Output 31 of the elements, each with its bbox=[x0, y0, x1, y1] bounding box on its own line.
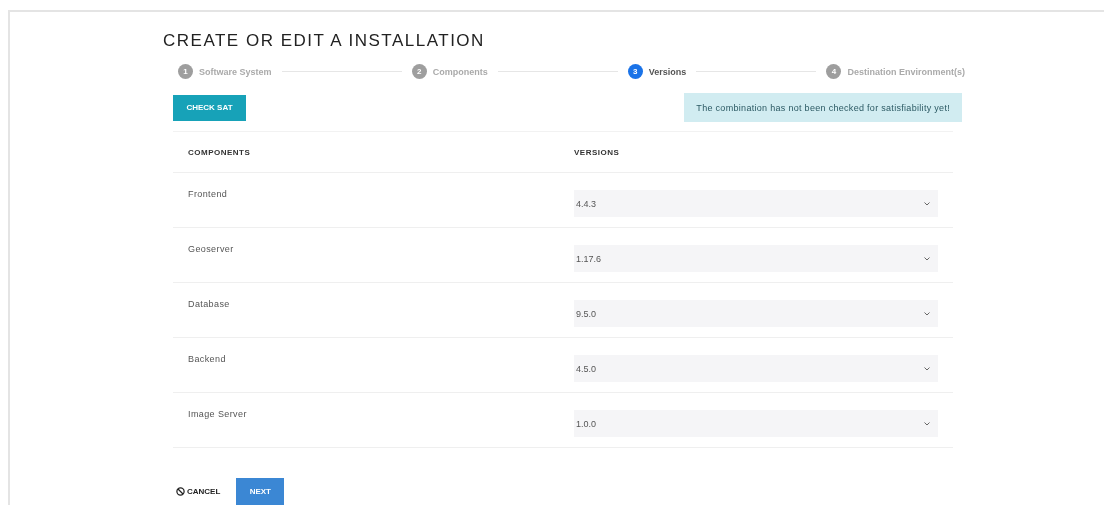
info-alert: The combination has not been checked for satisfiability yet! bbox=[684, 93, 962, 122]
component-name: Backend bbox=[188, 353, 227, 366]
chevron-down-icon bbox=[924, 201, 930, 206]
step-number: 3 bbox=[627, 64, 643, 79]
version-select[interactable]: 1.0.0 bbox=[574, 410, 938, 437]
step-label: Components bbox=[432, 66, 488, 77]
version-select[interactable]: 4.5.0 bbox=[574, 355, 938, 382]
step-label: Destination Environment(s) bbox=[847, 66, 965, 77]
version-select[interactable]: 1.17.6 bbox=[574, 245, 938, 272]
component-name: Image Server bbox=[188, 408, 248, 421]
chevron-down-icon bbox=[924, 311, 930, 316]
chevron-down-icon bbox=[924, 421, 930, 426]
step-number: 2 bbox=[411, 64, 427, 79]
version-select[interactable]: 4.4.3 bbox=[574, 190, 938, 217]
ban-icon bbox=[176, 487, 185, 496]
component-name: Database bbox=[188, 298, 231, 311]
next-button[interactable]: NEXT bbox=[236, 478, 285, 505]
step-number: 1 bbox=[178, 64, 193, 79]
chevron-down-icon bbox=[924, 256, 930, 261]
step-number: 4 bbox=[826, 64, 842, 79]
step-label: Versions bbox=[648, 66, 687, 77]
stepper-step[interactable]: 3 Versions bbox=[627, 64, 687, 79]
column-header: VERSIONS bbox=[574, 147, 621, 157]
step-label: Software System bbox=[199, 66, 272, 77]
chevron-down-icon bbox=[924, 366, 930, 371]
column-header: COMPONENTS bbox=[188, 147, 252, 157]
component-name: Geoserver bbox=[188, 243, 235, 256]
version-select[interactable]: 9.5.0 bbox=[574, 300, 938, 327]
page-title: CREATE OR EDIT A INSTALLATION bbox=[163, 31, 486, 51]
cancel-button[interactable]: CANCEL bbox=[176, 487, 221, 496]
component-name: Frontend bbox=[188, 188, 229, 201]
